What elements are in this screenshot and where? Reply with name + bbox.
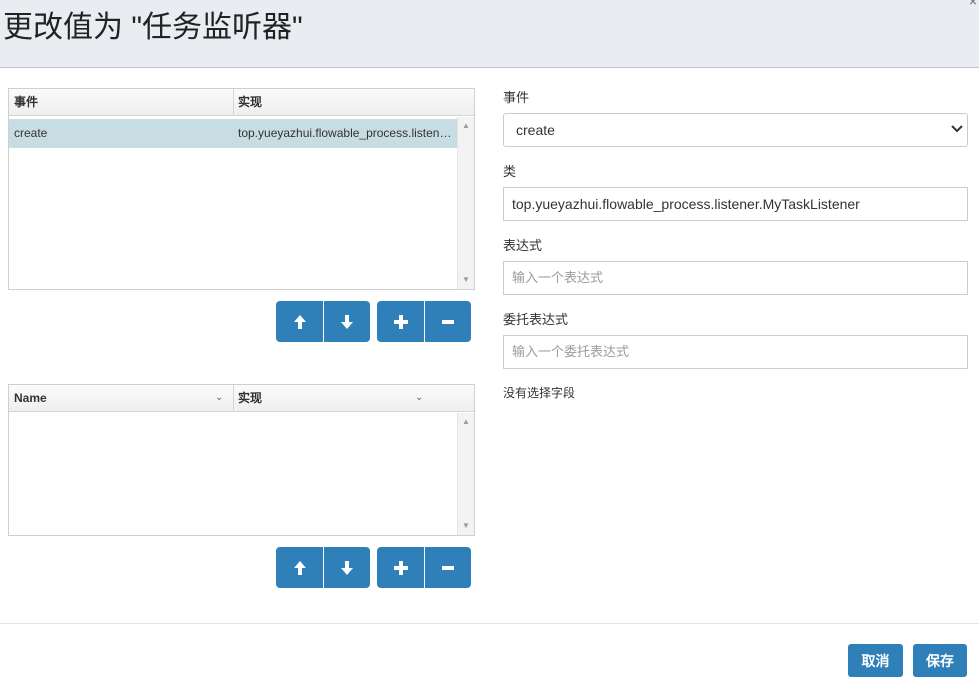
scroll-up-icon[interactable]: ▲: [458, 415, 474, 429]
listener-move-buttons: [276, 301, 370, 342]
scroll-down-icon[interactable]: ▼: [458, 273, 474, 287]
add-field-button[interactable]: [377, 547, 424, 588]
event-label: 事件: [503, 90, 530, 105]
vertical-scrollbar[interactable]: ▲ ▼: [457, 117, 474, 289]
field-move-buttons: [276, 547, 370, 588]
arrow-up-icon: [293, 560, 306, 575]
minus-icon: [442, 319, 454, 324]
table-row[interactable]: create top.yueyazhui.flowable_process.li…: [9, 119, 457, 148]
modal-title: 更改值为 "任务监听器": [3, 11, 303, 44]
column-header-implementation[interactable]: 实现: [233, 89, 474, 116]
cell-event: create: [14, 126, 48, 140]
chevron-down-icon: [951, 114, 963, 146]
delegate-expression-label: 委托表达式: [503, 312, 569, 327]
class-label: 类: [503, 164, 517, 179]
grid-header: 事件 实现: [9, 89, 474, 116]
plus-icon: [393, 560, 408, 575]
move-up-button[interactable]: [276, 547, 323, 588]
arrow-down-icon: [341, 314, 353, 329]
no-field-selected-text: 没有选择字段: [503, 386, 576, 400]
minus-icon: [442, 565, 454, 570]
class-input[interactable]: top.yueyazhui.flowable_process.listener.…: [503, 187, 968, 221]
chevron-down-icon[interactable]: ⌄: [215, 385, 223, 412]
event-select-value: create: [516, 122, 555, 138]
add-listener-button[interactable]: [377, 301, 424, 342]
event-select[interactable]: create: [503, 113, 968, 147]
delegate-expression-input[interactable]: 输入一个委托表达式: [503, 335, 968, 369]
expression-label: 表达式: [503, 238, 543, 253]
vertical-scrollbar[interactable]: ▲ ▼: [457, 413, 474, 535]
move-down-button[interactable]: [323, 547, 370, 588]
modal-header: 更改值为 "任务监听器" ×: [0, 0, 979, 68]
footer-divider: [0, 623, 979, 624]
grid-header: Name ⌄ 实现 ⌄: [9, 385, 474, 412]
move-up-button[interactable]: [276, 301, 323, 342]
remove-listener-button[interactable]: [424, 301, 471, 342]
remove-field-button[interactable]: [424, 547, 471, 588]
cell-implementation: top.yueyazhui.flowable_process.listener.…: [238, 126, 457, 140]
arrow-up-icon: [293, 314, 306, 329]
column-header-event[interactable]: 事件: [9, 89, 233, 116]
scroll-up-icon[interactable]: ▲: [458, 119, 474, 133]
field-edit-buttons: [377, 547, 471, 588]
column-header-name[interactable]: Name: [9, 385, 233, 412]
close-icon[interactable]: ×: [969, 0, 977, 8]
plus-icon: [393, 314, 408, 329]
cancel-button[interactable]: 取消: [848, 644, 903, 677]
scroll-down-icon[interactable]: ▼: [458, 519, 474, 533]
expression-input[interactable]: 输入一个表达式: [503, 261, 968, 295]
fields-grid: Name ⌄ 实现 ⌄ ▲ ▼: [8, 384, 475, 536]
save-button[interactable]: 保存: [913, 644, 967, 677]
column-header-implementation[interactable]: 实现: [233, 385, 474, 412]
chevron-down-icon[interactable]: ⌄: [415, 385, 423, 412]
move-down-button[interactable]: [323, 301, 370, 342]
listener-edit-buttons: [377, 301, 471, 342]
arrow-down-icon: [341, 560, 353, 575]
listeners-grid: 事件 实现 create top.yueyazhui.flowable_proc…: [8, 88, 475, 290]
